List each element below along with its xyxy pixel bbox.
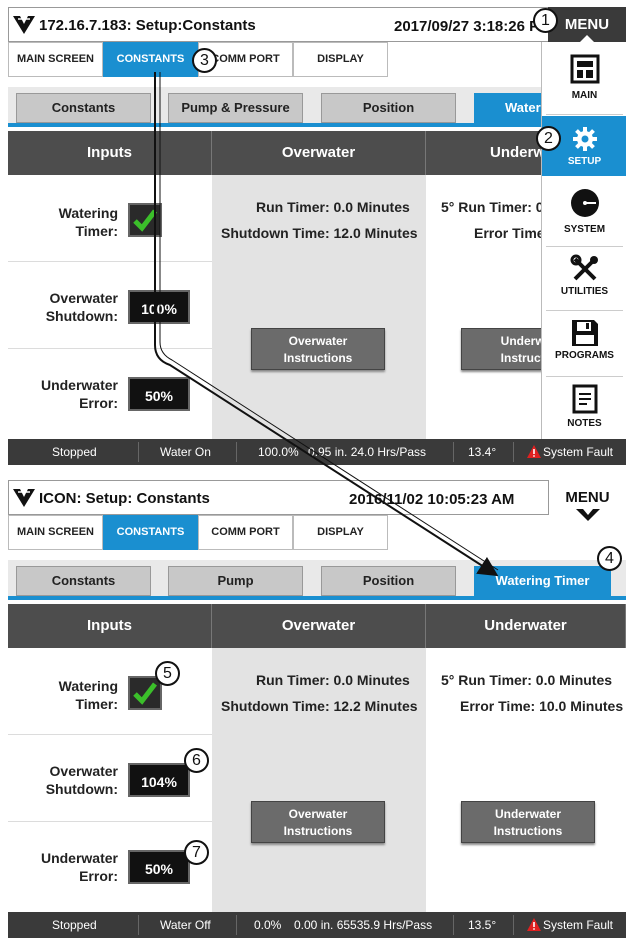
arrow-line [159, 72, 499, 571]
callout-6: 6 [184, 748, 209, 773]
callout-1: 1 [533, 8, 558, 33]
callout-2: 2 [536, 126, 561, 151]
arrow-line [154, 72, 499, 577]
callout-3: 3 [192, 48, 217, 73]
callout-5: 5 [155, 661, 180, 686]
callout-7: 7 [184, 840, 209, 865]
annotation-arrows [154, 72, 499, 577]
callout-4: 4 [597, 546, 622, 571]
